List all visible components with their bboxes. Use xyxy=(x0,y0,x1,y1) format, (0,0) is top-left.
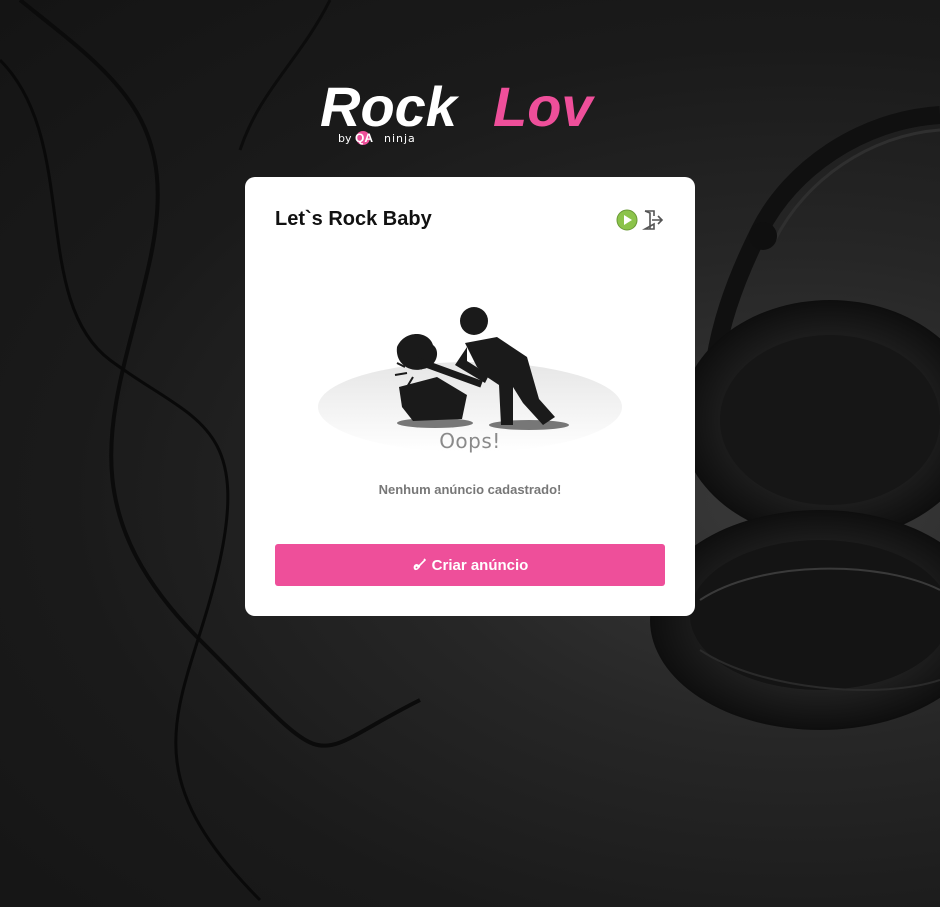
create-ad-label: Criar anúncio xyxy=(431,556,529,574)
logout-button[interactable] xyxy=(641,208,665,232)
oops-heading: Oops! xyxy=(439,429,501,453)
guitar-icon xyxy=(413,558,426,571)
logo-lov-text: Lov xyxy=(493,76,595,138)
play-button[interactable] xyxy=(615,208,639,232)
card-title: Let`s Rock Baby xyxy=(275,208,432,230)
logout-icon xyxy=(642,210,664,230)
play-circle-icon xyxy=(616,209,638,231)
rocklov-logo: Rock Lov by QA ninja xyxy=(320,76,595,145)
create-ad-button[interactable]: Criar anúncio xyxy=(275,544,665,586)
logo-ninja-text: ninja xyxy=(384,132,416,145)
card-actions xyxy=(615,208,665,232)
logo-rock-text: Rock xyxy=(320,76,460,138)
dashboard-card: Let`s Rock Baby Oops! Nenhum anúncio cad… xyxy=(245,177,695,616)
empty-state-message: Nenhum anúncio cadastrado! xyxy=(378,482,562,497)
logo-qa-text: QA xyxy=(355,131,373,145)
logo-by-text: by xyxy=(338,132,352,145)
